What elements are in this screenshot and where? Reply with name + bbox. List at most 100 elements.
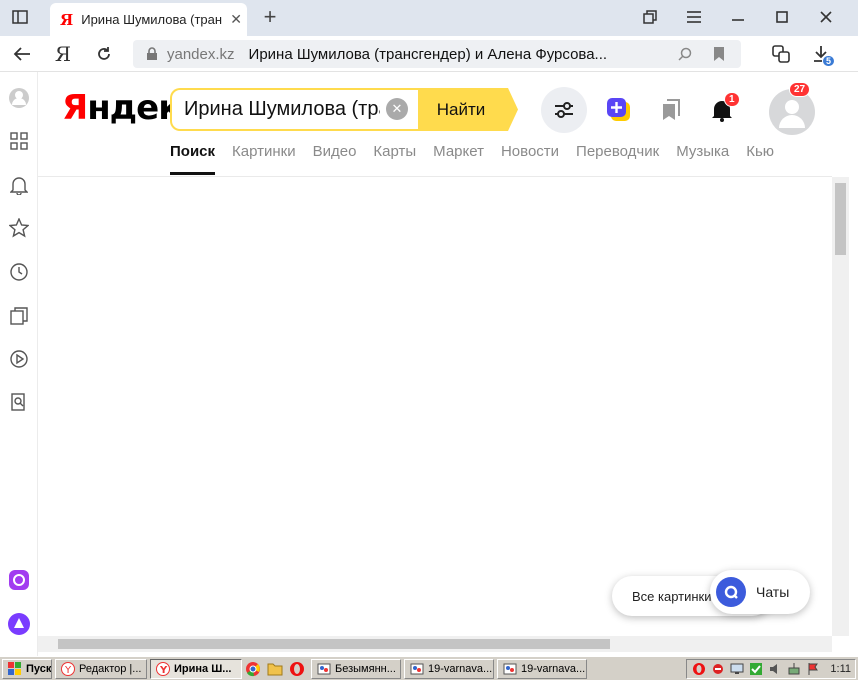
search-in-page-icon[interactable] [677,46,693,65]
downloads-icon[interactable]: 5 [808,41,836,67]
reload-icon[interactable] [91,41,117,67]
image-thumbnail[interactable] [566,296,637,406]
paint-icon [502,661,518,677]
image-thumbnail[interactable] [639,296,770,406]
image-thumbnail[interactable] [507,184,637,294]
url-field[interactable]: yandex.kz Ирина Шумилова (трансгендер) и… [133,40,741,68]
tab-title: Ирина Шумилова (тран [81,12,223,27]
windows-taskbar: Пуск Y Редактор |... Y Ирина Ш... Безымя… [0,656,858,680]
taskbar-item-browser[interactable]: Y Ирина Ш... [150,658,242,679]
favorites-star-icon[interactable] [7,216,31,240]
address-bar: Я yandex.kz Ирина Шумилова (трансгендер)… [0,36,858,72]
close-tab-icon[interactable]: ✕ [230,11,242,28]
tab-video[interactable]: Видео [313,143,357,175]
paint-icon [409,661,425,677]
menu-icon[interactable] [682,6,706,28]
add-service-icon[interactable] [605,96,633,124]
taskbar-item-paint-3[interactable]: 19-varnava... [497,658,587,679]
video-play-icon[interactable] [7,347,31,371]
lock-icon [141,47,163,61]
tab-maps[interactable]: Карты [373,143,416,175]
tab-translate[interactable]: Переводчик [576,143,659,175]
notifications-bell-icon[interactable] [7,173,31,197]
taskbar-item-paint-2[interactable]: 19-varnava... [404,658,494,679]
collections-icon[interactable] [7,304,31,328]
yandex-home-icon[interactable]: Я [50,41,76,67]
image-thumbnail[interactable] [474,408,624,518]
image-thumbnail[interactable] [433,184,505,294]
image-thumbnail[interactable] [170,296,298,406]
browser-tab-active[interactable]: Я Ирина Шумилова (тран ✕ [50,3,247,36]
back-arrow-icon[interactable] [9,41,35,67]
tab-news[interactable]: Новости [501,143,559,175]
image-thumbnail[interactable] [639,184,770,294]
notifications-count-badge: 1 [724,92,740,107]
profile-icon[interactable] [7,86,31,110]
image-thumbnail[interactable] [170,184,300,294]
url-domain: yandex.kz [167,45,235,63]
tab-market[interactable]: Маркет [433,143,484,175]
close-window-icon[interactable] [814,6,838,28]
opera-icon[interactable] [289,661,305,677]
image-thumbnail[interactable] [433,296,565,406]
image-thumbnail[interactable] [301,184,431,294]
chats-button[interactable]: Чаты [710,570,810,614]
start-label: Пуск [26,662,52,675]
browser-tab-bar: Я Ирина Шумилова (тран ✕ + [0,0,858,36]
yandex-favicon-icon: Я [60,10,74,29]
notifications-icon[interactable]: 1 [708,92,740,124]
stop-tray-icon[interactable] [710,661,726,677]
taskbar-item-editor[interactable]: Y Редактор |... [55,658,147,679]
minimize-icon[interactable] [726,6,750,28]
volume-tray-icon[interactable] [767,661,783,677]
taskbar-item-label: 19-varnava... [521,662,586,675]
search-filters-button[interactable] [541,87,587,133]
start-button[interactable]: Пуск [2,658,52,679]
network-tray-icon[interactable] [786,661,802,677]
history-clock-icon[interactable] [7,260,31,284]
horizontal-scrollbar-thumb[interactable] [58,639,610,649]
image-thumbnail[interactable] [322,408,472,518]
profile-count-badge: 27 [789,82,811,97]
checkmark-tray-icon[interactable] [748,661,764,677]
folder-icon[interactable] [267,661,283,677]
image-thumbnail[interactable] [626,408,697,518]
chat-bubble-icon [716,577,746,607]
vertical-scrollbar-thumb[interactable] [835,183,846,255]
image-thumbnail[interactable] [170,408,320,518]
opera-tray-icon[interactable] [691,661,707,677]
image-thumbnail[interactable] [334,520,496,632]
flag-tray-icon[interactable] [805,661,821,677]
image-thumbnail[interactable] [699,408,771,518]
maximize-icon[interactable] [770,6,794,28]
translate-icon[interactable] [768,41,794,67]
bookmark-icon[interactable] [713,46,725,65]
search-document-icon[interactable] [7,390,31,414]
svg-text:Y: Y [159,665,168,676]
sidebar-toggle-icon[interactable] [8,6,32,28]
system-tray: 1:11 [686,659,856,679]
tab-music[interactable]: Музыка [676,143,729,175]
url-page-title: Ирина Шумилова (трансгендер) и Алена Фур… [248,45,608,63]
tabs-overview-icon[interactable] [638,6,662,28]
image-thumbnail[interactable] [301,296,430,406]
paint-icon [316,661,332,677]
all-pictures-label: Все картинки [632,588,712,604]
taskbar-item-label: Редактор |... [79,662,142,675]
tab-q[interactable]: Кью [746,143,774,175]
chrome-icon[interactable] [245,661,261,677]
taskbar-item-paint-1[interactable]: Безымянн... [311,658,401,679]
apps-grid-icon[interactable] [7,129,31,153]
user-avatar[interactable]: 27 [769,82,815,135]
search-button[interactable]: Найти [418,88,518,131]
clear-search-icon[interactable]: ✕ [386,98,408,120]
messenger-icon[interactable] [7,568,31,592]
search-input[interactable]: Ирина Шумилова (тра [170,88,420,131]
tab-images[interactable]: Картинки [232,143,296,175]
tab-search[interactable]: Поиск [170,143,216,175]
alice-assistant-icon[interactable] [7,612,31,636]
collections-bookmark-icon[interactable] [657,96,685,124]
image-thumbnail[interactable] [170,520,332,632]
new-tab-icon[interactable]: + [258,4,282,29]
monitor-tray-icon[interactable] [729,661,745,677]
